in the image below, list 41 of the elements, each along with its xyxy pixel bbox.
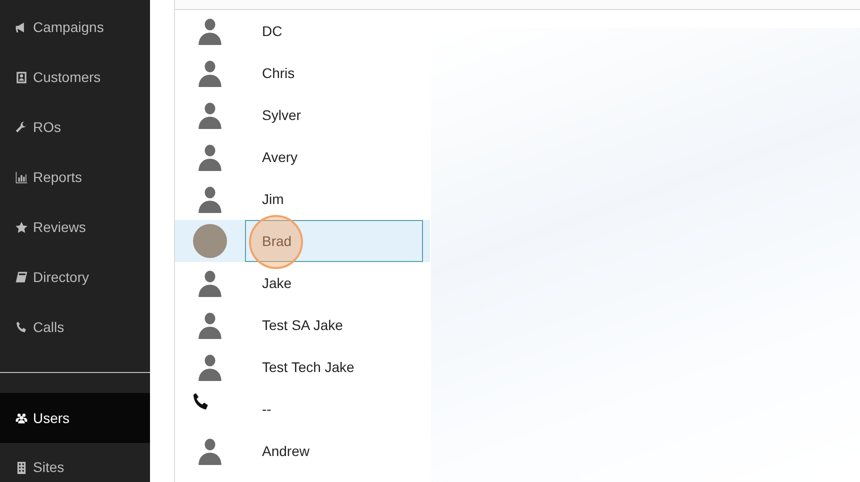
wrench-icon [15,120,28,134]
sidebar-item[interactable]: Directory [0,252,150,302]
contact-card-icon [15,70,28,84]
sidebar-item[interactable]: Sites [0,443,150,481]
user-name: Test SA Jake [262,316,343,334]
user-name: Chris [262,64,295,82]
user-name: Jake [262,274,292,292]
user-name: Andrew [262,442,310,460]
user-row[interactable]: Chris [175,52,430,94]
user-row[interactable]: Sylver [175,94,430,136]
user-name: Jim [262,190,284,208]
user-row[interactable]: Jake [175,262,430,304]
user-row[interactable]: Jim [175,178,430,220]
user-row[interactable]: Avery [175,136,430,178]
sidebar-item[interactable]: Customers [0,52,150,102]
user-row[interactable]: DC [175,10,430,52]
sidebar-item[interactable]: Users [0,393,150,443]
user-name: Avery [262,148,298,167]
user-row[interactable]: -- [175,388,430,430]
user-row[interactable]: Brad [175,220,430,262]
book-icon [15,270,28,284]
phone-icon [15,320,28,334]
user-name: Brad [262,232,292,250]
user-name: DC [262,22,282,40]
users-icon [15,412,28,424]
user-name: -- [262,400,272,418]
user-name: Test Tech Jake [262,358,354,376]
bar-chart-icon [15,170,28,184]
user-row[interactable]: Test SA Jake [175,304,430,346]
avatar-circle [193,224,227,258]
sidebar-item[interactable]: ROs [0,102,150,152]
user-row[interactable]: Test Tech Jake [175,346,430,388]
user-row[interactable]: Andrew [175,430,430,472]
sidebar-item[interactable]: Campaigns [0,2,150,52]
building-icon [15,460,28,474]
sidebar-item[interactable]: Reviews [0,202,150,252]
sidebar-item[interactable]: Reports [0,152,150,202]
sidebar-item[interactable]: Calls [0,302,150,352]
phone-icon [191,392,211,412]
star-icon [15,220,28,234]
user-name: Sylver [262,106,301,125]
